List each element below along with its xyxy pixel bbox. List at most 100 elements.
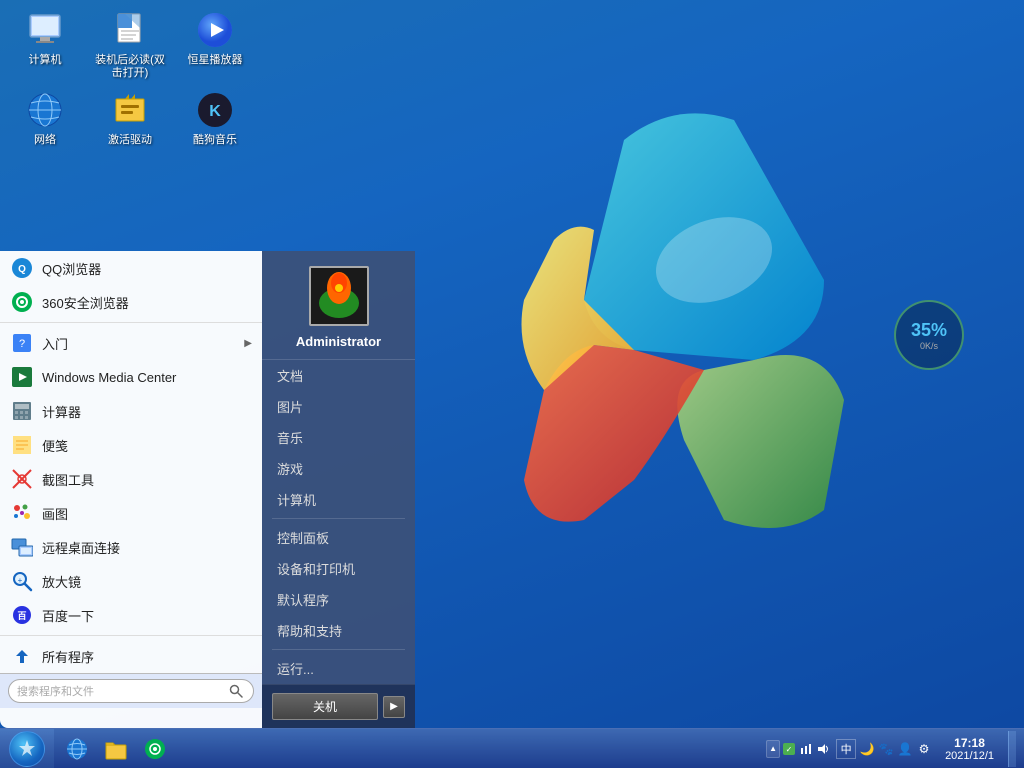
sticky-icon xyxy=(10,433,34,457)
tray-icon-volume[interactable] xyxy=(815,741,831,757)
start-menu-left: Q QQ浏览器 360安全浏览器 xyxy=(0,251,262,728)
calculator-label: 计算器 xyxy=(42,402,252,421)
menu-item-magnifier[interactable]: + 放大镜 xyxy=(0,564,262,598)
snipping-icon xyxy=(10,467,34,491)
windows-logo xyxy=(444,60,864,540)
taskbar-icon-ie2[interactable] xyxy=(137,731,173,767)
right-menu-run[interactable]: 运行... xyxy=(262,653,415,684)
right-menu-devices[interactable]: 设备和打印机 xyxy=(262,553,415,584)
menu-item-remote[interactable]: 远程桌面连接 xyxy=(0,530,262,564)
games-label: 游戏 xyxy=(277,459,303,478)
pictures-label: 图片 xyxy=(277,397,303,416)
taskbar: ▲ ✓ xyxy=(0,728,1024,768)
taskbar-icon-explorer[interactable] xyxy=(98,731,134,767)
start-button[interactable] xyxy=(0,729,54,768)
taskbar-icon-ie[interactable] xyxy=(59,731,95,767)
music-label: 音乐 xyxy=(277,428,303,447)
tray-icon-shield[interactable]: ✓ xyxy=(781,741,797,757)
shutdown-area: 关机 ▶ xyxy=(262,684,415,728)
right-menu-computer[interactable]: 计算机 xyxy=(262,484,415,515)
menu-item-snipping[interactable]: 截图工具 xyxy=(0,462,262,496)
menu-separator-2 xyxy=(0,635,262,636)
tray-icon-settings[interactable]: ⚙ xyxy=(916,741,932,757)
svg-text:K: K xyxy=(209,103,221,120)
desktop-icon-network[interactable]: 网络 xyxy=(10,90,80,147)
search-box[interactable]: 搜索程序和文件 xyxy=(8,679,254,703)
hengxing-label: 恒星播放器 xyxy=(188,54,243,67)
remote-icon xyxy=(10,535,34,559)
sticky-label: 便笺 xyxy=(42,436,252,455)
tray-icon-user[interactable]: 👤 xyxy=(897,741,913,757)
desktop: 35% 0K/s 计算机 xyxy=(0,0,1024,768)
intro-icon: ? xyxy=(10,331,34,355)
menu-item-qq-browser[interactable]: Q QQ浏览器 xyxy=(0,251,262,285)
menu-item-all-programs[interactable]: 所有程序 xyxy=(0,639,262,673)
default-programs-label: 默认程序 xyxy=(277,590,329,609)
ime-area: 中 🌙 🐾 👤 ⚙ xyxy=(833,739,935,759)
360-browser-icon xyxy=(10,290,34,314)
activate-icon xyxy=(110,90,150,130)
right-menu-help[interactable]: 帮助和支持 xyxy=(262,615,415,646)
user-panel[interactable]: Administrator xyxy=(262,251,415,360)
search-icon xyxy=(227,682,245,700)
speed-percent: 35% xyxy=(911,320,947,341)
wmc-label: Windows Media Center xyxy=(42,370,252,385)
computer-icon xyxy=(25,10,65,50)
start-menu: Q QQ浏览器 360安全浏览器 xyxy=(0,251,415,728)
svg-text:?: ? xyxy=(19,338,25,350)
network-icon xyxy=(25,90,65,130)
desktop-icon-computer[interactable]: 计算机 xyxy=(10,10,80,80)
icon-row-1: 计算机 装机后必读(双击打开) xyxy=(10,10,250,80)
baidu-label: 百度一下 xyxy=(42,606,252,625)
desktop-icon-hengxing[interactable]: 恒星播放器 xyxy=(180,10,250,80)
menu-item-wmc[interactable]: Windows Media Center xyxy=(0,360,262,394)
baidu-icon: 百 xyxy=(10,603,34,627)
right-menu-games[interactable]: 游戏 xyxy=(262,453,415,484)
qq-browser-label: QQ浏览器 xyxy=(42,259,252,278)
menu-item-calculator[interactable]: 计算器 xyxy=(0,394,262,428)
moon-icon[interactable]: 🌙 xyxy=(859,741,875,757)
menu-item-paint[interactable]: 画图 xyxy=(0,496,262,530)
right-menu-default-programs[interactable]: 默认程序 xyxy=(262,584,415,615)
right-menu-music[interactable]: 音乐 xyxy=(262,422,415,453)
clock[interactable]: 17:18 2021/12/1 xyxy=(937,736,1002,762)
kugo-label: 酷狗音乐 xyxy=(193,134,237,147)
desktop-icon-activate[interactable]: 激活驱动 xyxy=(95,90,165,147)
icon-row-2: 网络 激活驱动 xyxy=(10,90,250,147)
ime-icon[interactable]: 中 xyxy=(836,739,856,759)
snipping-label: 截图工具 xyxy=(42,470,252,489)
speed-widget: 35% 0K/s xyxy=(894,300,964,370)
notification-area: ▲ ✓ xyxy=(766,740,831,758)
menu-item-baidu[interactable]: 百 百度一下 xyxy=(0,598,262,632)
tray-expand[interactable]: ▲ xyxy=(766,740,780,758)
hengxing-icon xyxy=(195,10,235,50)
start-menu-right: Administrator 文档 图片 音乐 游戏 计算机 控制面板 xyxy=(262,251,415,728)
show-desktop-button[interactable] xyxy=(1008,731,1016,767)
desktop-icon-kugo[interactable]: K 酷狗音乐 xyxy=(180,90,250,147)
tray-icon-network[interactable] xyxy=(798,741,814,757)
menu-item-360-browser[interactable]: 360安全浏览器 xyxy=(0,285,262,319)
taskbar-items xyxy=(54,731,758,767)
desktop-icon-setup[interactable]: 装机后必读(双击打开) xyxy=(95,10,165,80)
menu-item-intro[interactable]: ? 入门 ▶ xyxy=(0,326,262,360)
right-menu-control-panel[interactable]: 控制面板 xyxy=(262,522,415,553)
documents-label: 文档 xyxy=(277,366,303,385)
tray-icon-paw[interactable]: 🐾 xyxy=(878,741,894,757)
svg-text:Q: Q xyxy=(18,264,26,275)
right-menu-documents[interactable]: 文档 xyxy=(262,360,415,391)
clock-time: 17:18 xyxy=(954,736,985,750)
computer-right-label: 计算机 xyxy=(277,490,316,509)
user-name: Administrator xyxy=(296,334,381,349)
shutdown-button[interactable]: 关机 xyxy=(272,693,378,720)
right-separator-1 xyxy=(272,518,405,519)
right-menu-pictures[interactable]: 图片 xyxy=(262,391,415,422)
calculator-icon xyxy=(10,399,34,423)
shutdown-arrow[interactable]: ▶ xyxy=(383,696,405,718)
kugo-icon: K xyxy=(195,90,235,130)
menu-separator-1 xyxy=(0,322,262,323)
magnifier-icon: + xyxy=(10,569,34,593)
menu-item-sticky[interactable]: 便笺 xyxy=(0,428,262,462)
user-avatar xyxy=(309,266,369,326)
intro-arrow: ▶ xyxy=(244,338,252,349)
right-separator-2 xyxy=(272,649,405,650)
